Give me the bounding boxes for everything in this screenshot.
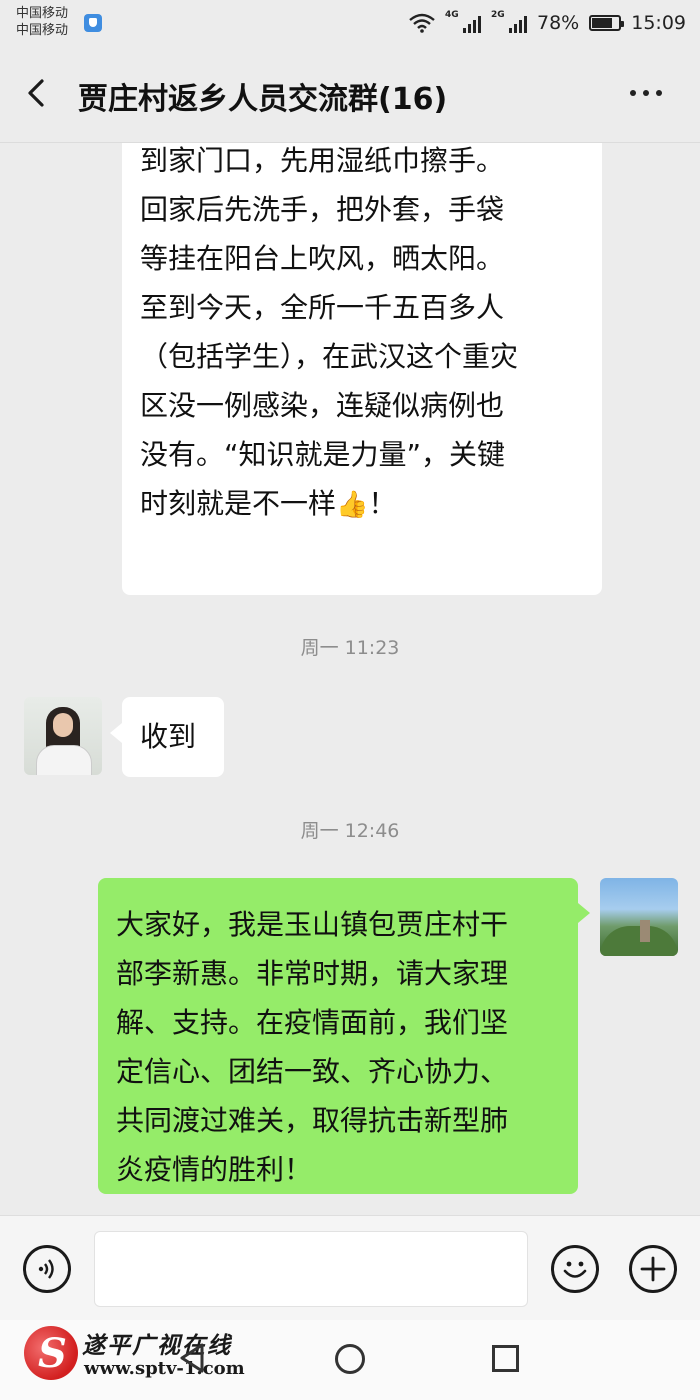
carrier-1: 中国移动 — [16, 6, 69, 21]
battery-percent: 78% — [537, 12, 580, 34]
triangle-back-icon — [180, 1343, 204, 1373]
status-bar: 中国移动 中国移动 4G 2G 78% 15:09 — [0, 0, 700, 46]
voice-button[interactable] — [23, 1245, 71, 1293]
nav-home-button[interactable] — [335, 1344, 365, 1374]
message-body: 分开时间段，每次一人。3，回 到家门口，先用湿纸巾擦手。 回家后先洗手，把外套，… — [140, 144, 519, 520]
sptv-logo-icon — [24, 1326, 78, 1380]
watermark-name: 遂平广视在线 — [82, 1332, 232, 1359]
input-bar — [0, 1215, 700, 1321]
system-nav-bar: 遂平广视在线 www.sptv-1.com — [0, 1320, 700, 1400]
clock: 15:09 — [631, 12, 686, 34]
chat-title: 贾庄村返乡人员交流群(16) — [78, 82, 448, 117]
network-type-1: 4G — [445, 10, 459, 20]
nav-recents-button[interactable] — [492, 1345, 519, 1372]
security-shield-icon — [84, 14, 102, 32]
watermark-logo: 遂平广视在线 www.sptv-1.com — [24, 1324, 248, 1388]
message-bubble-received[interactable]: 收到 — [122, 697, 224, 777]
more-dots-icon — [630, 90, 636, 96]
timestamp: 周一 12:46 — [300, 820, 400, 842]
more-features-button[interactable] — [629, 1245, 677, 1293]
avatar[interactable] — [24, 697, 102, 775]
chevron-left-icon — [28, 79, 44, 107]
voice-icon — [38, 1259, 54, 1279]
emoji-icon — [563, 1261, 587, 1278]
message-bubble-sent[interactable]: 大家好，我是玉山镇包贾庄村干 部李新惠。非常时期，请大家理 解、支持。在疫情面前… — [98, 878, 578, 1194]
chat-header: 贾庄村返乡人员交流群(16) — [0, 46, 700, 143]
signal-icon-2: 2G — [491, 10, 527, 33]
network-type-2: 2G — [491, 10, 505, 20]
message-text: 大家好，我是玉山镇包贾庄村干 部李新惠。非常时期，请大家理 解、支持。在疫情面前… — [116, 908, 509, 1186]
avatar[interactable] — [600, 878, 678, 956]
status-icons: 4G 2G 78% 15:09 — [409, 10, 686, 35]
message-input[interactable] — [94, 1231, 528, 1307]
bubble-tail — [110, 723, 122, 743]
wifi-icon — [409, 13, 435, 33]
carrier-info: 中国移动 中国移动 — [16, 5, 68, 39]
signal-icon-1: 4G — [445, 10, 481, 33]
thumbs-up-icon: 👍 — [336, 489, 369, 520]
back-button[interactable] — [22, 78, 52, 108]
timestamp: 周一 11:23 — [300, 637, 400, 659]
plus-icon — [640, 1256, 666, 1282]
carrier-2: 中国移动 — [16, 23, 69, 38]
message-text: 分开时间段，每次一人。3，回 到家门口，先用湿纸巾擦手。 回家后先洗手，把外套，… — [140, 143, 584, 530]
message-text: 收到 — [140, 720, 197, 753]
emoji-button[interactable] — [551, 1245, 599, 1293]
nav-back-button[interactable] — [178, 1342, 206, 1378]
message-bubble-received[interactable]: 分开时间段，每次一人。3，回 到家门口，先用湿纸巾擦手。 回家后先洗手，把外套，… — [122, 143, 602, 595]
watermark-url: www.sptv-1.com — [84, 1358, 245, 1379]
more-button[interactable] — [630, 90, 662, 96]
message-body-end: ！ — [368, 487, 397, 520]
battery-icon — [589, 15, 625, 31]
message-list[interactable]: 分开时间段，每次一人。3，回 到家门口，先用湿纸巾擦手。 回家后先洗手，把外套，… — [0, 143, 700, 1215]
bubble-tail — [578, 903, 590, 923]
